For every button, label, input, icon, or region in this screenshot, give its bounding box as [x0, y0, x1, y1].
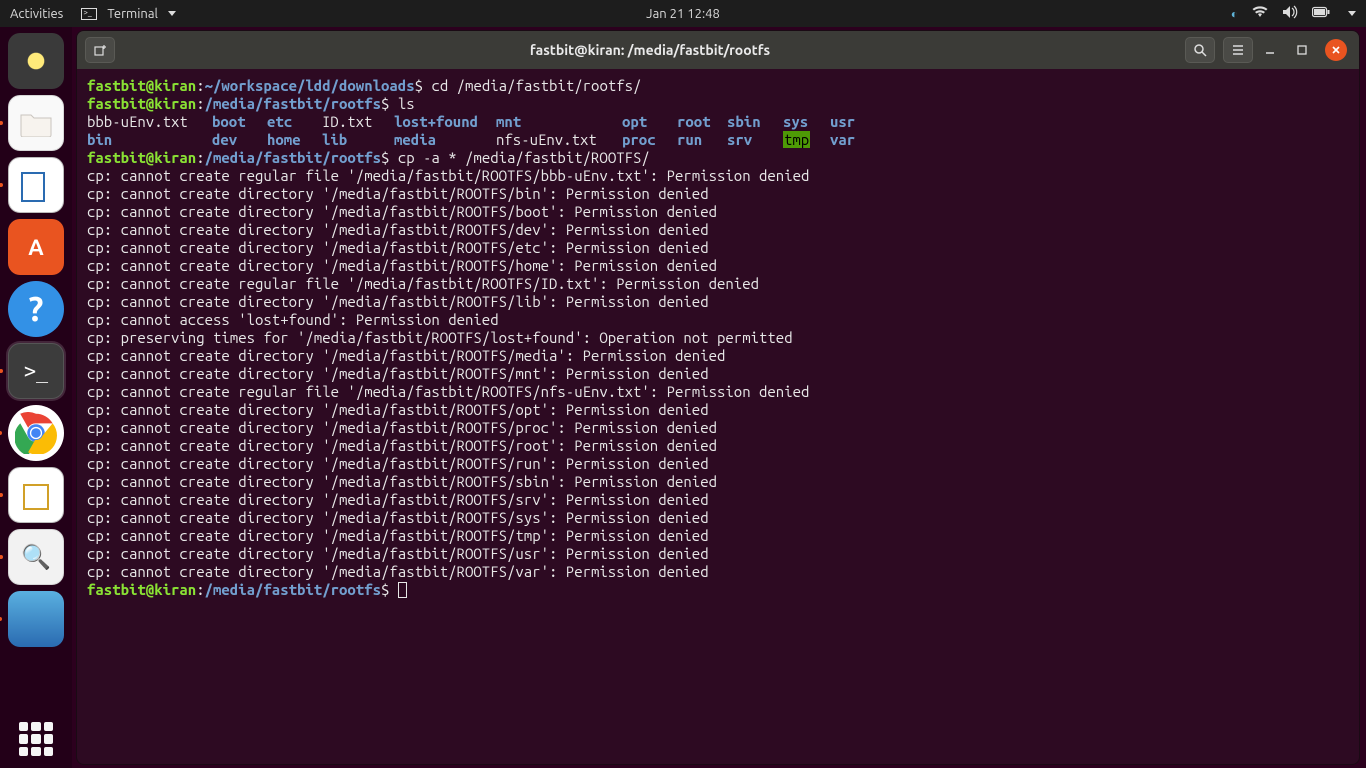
search-icon — [1193, 43, 1207, 57]
ls-item: ID.txt — [322, 113, 394, 131]
terminal-prompt-icon: >_ — [24, 359, 48, 383]
terminal-body[interactable]: fastbit@kiran:~/workspace/ldd/downloads$… — [77, 69, 1359, 764]
hamburger-menu-button[interactable] — [1223, 37, 1253, 63]
ls-item: run — [677, 131, 727, 149]
app-menu-label: Terminal — [107, 7, 158, 21]
ls-item: media — [394, 131, 496, 149]
prompt-path: ~/workspace/ldd/downloads — [205, 77, 415, 94]
ls-item: bin — [87, 131, 212, 149]
new-tab-button[interactable] — [85, 37, 115, 63]
ls-item: lost+found — [394, 113, 496, 131]
command-1: cd /media/fastbit/rootfs/ — [431, 77, 641, 94]
terminal-window: fastbit@kiran: /media/fastbit/rootfs fas… — [76, 30, 1360, 765]
prompt-user: fastbit@kiran — [87, 95, 196, 112]
prompt-user: fastbit@kiran — [87, 581, 196, 598]
dock-chrome[interactable] — [8, 405, 64, 461]
ls-item: lib — [322, 131, 394, 149]
ls-item: opt — [622, 113, 677, 131]
maximize-button[interactable] — [1293, 41, 1311, 59]
wifi-icon[interactable] — [1252, 6, 1268, 21]
dock-help[interactable]: ? — [8, 281, 64, 337]
ls-item: sbin — [727, 113, 783, 131]
close-button[interactable] — [1325, 39, 1347, 61]
ls-item: etc — [267, 113, 322, 131]
dock-ubuntu-software[interactable] — [8, 219, 64, 275]
ls-item: proc — [622, 131, 677, 149]
ls-item: tmp — [783, 131, 810, 148]
clock[interactable]: Jan 21 12:48 — [646, 7, 720, 21]
dock-files[interactable] — [8, 95, 64, 151]
ls-item: bbb-uEnv.txt — [87, 113, 212, 131]
system-menu-chevron-icon[interactable] — [1348, 11, 1356, 16]
hamburger-icon — [1231, 43, 1245, 57]
ls-item: var — [830, 131, 870, 149]
ls-item: mnt — [496, 113, 622, 131]
minimize-button[interactable] — [1261, 41, 1279, 59]
ls-item: usr — [830, 113, 870, 131]
dock: ? >_ — [0, 27, 72, 768]
prompt-user: fastbit@kiran — [87, 149, 196, 166]
command-2: ls — [398, 95, 415, 112]
help-icon: ? — [29, 290, 44, 328]
cursor — [398, 582, 407, 598]
ls-item: home — [267, 131, 322, 149]
status-app-icon[interactable]: ◐ — [1231, 7, 1238, 21]
ls-item: dev — [212, 131, 267, 149]
window-title: fastbit@kiran: /media/fastbit/rootfs — [123, 42, 1177, 58]
ls-item: root — [677, 113, 727, 131]
ls-output: bbb-uEnv.txtbootetcID.txtlost+foundmntop… — [87, 113, 1349, 149]
show-applications-button[interactable] — [19, 722, 53, 756]
volume-icon[interactable] — [1282, 5, 1298, 22]
ls-item: nfs-uEnv.txt — [496, 131, 622, 149]
app-menu[interactable]: Terminal — [81, 7, 176, 21]
dock-terminal[interactable]: >_ — [8, 343, 64, 399]
terminal-icon — [81, 8, 97, 20]
dock-image-viewer[interactable] — [8, 529, 64, 585]
command-3: cp -a * /media/fastbit/ROOTFS/ — [398, 149, 650, 166]
top-bar: Activities Terminal Jan 21 12:48 ◐ — [0, 0, 1366, 27]
prompt-user: fastbit@kiran — [87, 77, 196, 94]
prompt-path: /media/fastbit/rootfs — [205, 95, 381, 112]
error-output: cp: cannot create regular file '/media/f… — [87, 167, 1349, 581]
ls-item: boot — [212, 113, 267, 131]
titlebar: fastbit@kiran: /media/fastbit/rootfs — [77, 31, 1359, 69]
activities-button[interactable]: Activities — [10, 7, 63, 21]
battery-icon[interactable] — [1312, 6, 1330, 21]
search-button[interactable] — [1185, 37, 1215, 63]
ls-item: srv — [727, 131, 783, 149]
dock-libreoffice-writer[interactable] — [8, 157, 64, 213]
dock-rhythmbox[interactable] — [8, 33, 64, 89]
dock-app[interactable] — [8, 591, 64, 647]
ls-item: sys — [783, 113, 830, 131]
prompt-path: /media/fastbit/rootfs — [205, 149, 381, 166]
chevron-down-icon — [168, 11, 176, 16]
dock-libreoffice-draw[interactable] — [8, 467, 64, 523]
prompt-path: /media/fastbit/rootfs — [205, 581, 381, 598]
